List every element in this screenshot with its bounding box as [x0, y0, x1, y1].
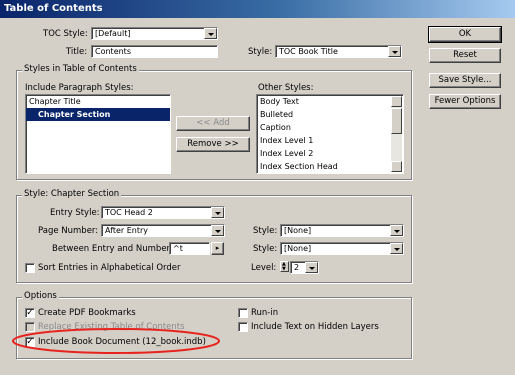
level-spinner[interactable]: ▲ ▼	[280, 261, 289, 272]
chevron-down-icon[interactable]	[390, 225, 403, 236]
title-bar: Table of Contents	[0, 0, 515, 18]
page-number-select[interactable]: After Entry	[101, 224, 225, 237]
chevron-down-icon[interactable]	[390, 243, 403, 254]
chevron-down-icon[interactable]	[305, 262, 318, 273]
run-in-label: Run-in	[251, 308, 279, 318]
other-item[interactable]: Bulleted	[257, 108, 403, 121]
toc-dialog: Table of Contents TOC Style: [Default] T…	[0, 0, 515, 375]
level-select[interactable]: 2	[290, 261, 319, 274]
other-styles-list[interactable]: Body Text Bulleted Caption Index Level 1…	[256, 94, 404, 174]
sort-entries-checkbox[interactable]	[25, 263, 35, 273]
chevron-down-icon[interactable]	[204, 28, 217, 39]
other-styles-label: Other Styles:	[258, 83, 314, 93]
between-entry-value: ^t	[173, 244, 183, 253]
page-number-style-label: Style:	[253, 226, 278, 236]
toc-style-value: [Default]	[95, 29, 131, 38]
toc-style-label: TOC Style:	[43, 29, 88, 39]
between-entry-label: Between Entry and Number:	[52, 244, 173, 254]
page-number-label: Page Number:	[38, 226, 99, 236]
level-value: 2	[294, 263, 300, 272]
reset-button[interactable]: Reset	[429, 48, 501, 63]
include-item-chapter-section[interactable]: Chapter Section	[26, 108, 170, 121]
ok-button[interactable]: OK	[428, 26, 502, 43]
run-in-checkbox[interactable]	[238, 308, 248, 318]
title-value: Contents	[95, 47, 131, 56]
other-item[interactable]: Index Level 2	[257, 147, 403, 160]
title-input[interactable]: Contents	[91, 45, 218, 58]
between-entry-menu-button[interactable]: ▸	[211, 242, 224, 255]
chevron-down-icon[interactable]	[388, 46, 401, 57]
title-style-value: TOC Book Title	[279, 47, 338, 56]
page-number-style-select[interactable]: [None]	[280, 224, 404, 237]
save-style-button[interactable]: Save Style...	[429, 73, 501, 88]
include-item-chapter-title[interactable]: Chapter Title	[26, 95, 170, 108]
chevron-down-icon[interactable]	[211, 225, 224, 236]
include-hidden-checkbox[interactable]	[238, 322, 248, 332]
page-number-value: After Entry	[105, 226, 149, 235]
sort-entries-label: Sort Entries in Alphabetical Order	[38, 263, 181, 273]
create-pdf-label: Create PDF Bookmarks	[38, 308, 136, 318]
toc-style-select[interactable]: [Default]	[91, 27, 218, 40]
include-styles-label: Include Paragraph Styles:	[25, 83, 134, 93]
scroll-thumb[interactable]	[391, 108, 402, 134]
scroll-up-icon[interactable]	[391, 96, 402, 107]
other-item[interactable]: Index Section Head	[257, 160, 403, 173]
title-style-select[interactable]: TOC Book Title	[275, 45, 402, 58]
chevron-right-icon: ▸	[215, 244, 220, 252]
scroll-down-icon[interactable]	[391, 161, 402, 172]
include-hidden-label: Include Text on Hidden Layers	[251, 322, 379, 332]
create-pdf-checkbox[interactable]: ✓	[25, 308, 35, 318]
scrollbar[interactable]	[391, 96, 402, 172]
between-style-value: [None]	[284, 244, 312, 253]
style-group-title: Style: Chapter Section	[22, 189, 122, 199]
chevron-down-icon[interactable]	[211, 207, 224, 218]
other-item[interactable]: Body Text	[257, 95, 403, 108]
title-style-label: Style:	[248, 47, 273, 57]
between-entry-input[interactable]: ^t	[169, 242, 210, 255]
level-label: Level:	[251, 263, 277, 273]
title-label: Title:	[66, 47, 88, 57]
remove-button[interactable]: Remove >>	[176, 137, 250, 152]
page-number-style-value: [None]	[284, 226, 312, 235]
between-style-label: Style:	[253, 244, 278, 254]
styles-group-title: Styles in Table of Contents	[22, 64, 139, 74]
spin-down-icon[interactable]: ▼	[282, 267, 286, 272]
between-style-select[interactable]: [None]	[280, 242, 404, 255]
other-item[interactable]: Index Level 1	[257, 134, 403, 147]
other-item[interactable]: Caption	[257, 121, 403, 134]
entry-style-label: Entry Style:	[50, 208, 100, 218]
include-styles-list[interactable]: Chapter Title Chapter Section	[25, 94, 171, 174]
options-group-title: Options	[22, 291, 59, 301]
entry-style-select[interactable]: TOC Head 2	[101, 206, 225, 219]
entry-style-value: TOC Head 2	[105, 208, 153, 217]
window-title: Table of Contents	[4, 3, 103, 14]
add-button[interactable]: << Add	[176, 116, 250, 131]
fewer-options-button[interactable]: Fewer Options	[429, 94, 501, 109]
annotation-ellipse	[12, 328, 220, 354]
